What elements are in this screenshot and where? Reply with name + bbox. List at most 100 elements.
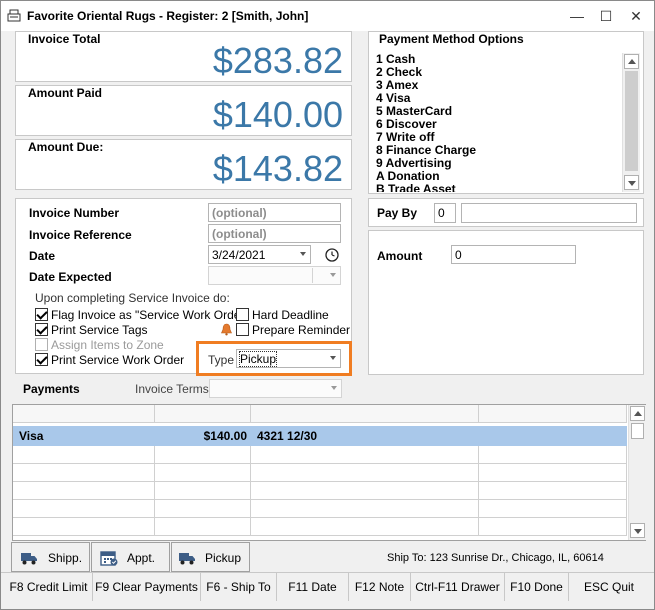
done-button[interactable]: F10 Done <box>505 573 569 601</box>
prepare-reminder-checkbox[interactable] <box>236 323 249 336</box>
scroll-up-icon[interactable] <box>624 54 639 69</box>
table-row[interactable]: Visa $140.00 4321 12/30 <box>13 426 627 446</box>
list-item[interactable]: 3 Amex <box>376 79 621 92</box>
grid-cell <box>155 500 251 518</box>
amount-label: Amount <box>377 249 423 263</box>
ship-to-text: Ship To: 123 Sunrise Dr., Chicago, IL, 6… <box>387 552 604 564</box>
hard-deadline-checkbox[interactable] <box>236 308 249 321</box>
grid-cell <box>479 464 627 482</box>
grid-cell <box>155 464 251 482</box>
grid-cell <box>13 500 155 518</box>
date-expected-picker[interactable] <box>208 266 341 285</box>
payment-method-list[interactable]: 1 Cash 2 Check 3 Amex 4 Visa 5 MasterCar… <box>376 53 621 192</box>
appointment-button[interactable]: Appt. <box>91 542 170 572</box>
prepare-reminder-label: Prepare Reminder <box>252 323 351 337</box>
scroll-up-icon[interactable] <box>630 406 645 421</box>
type-select[interactable]: Pickup <box>236 349 341 368</box>
completing-options-label: Upon completing Service Invoice do: <box>35 291 230 305</box>
maximize-button[interactable]: ☐ <box>592 5 620 27</box>
print-work-order-checkbox[interactable] <box>35 353 48 366</box>
grid-cell <box>155 446 251 464</box>
payment-amount-cell: $140.00 <box>203 429 247 443</box>
print-work-order-label: Print Service Work Order <box>51 353 185 367</box>
title-bar: Favorite Oriental Rugs - Register: 2 [Sm… <box>1 1 654 31</box>
invoice-reference-input[interactable]: (optional) <box>208 224 341 243</box>
window-title: Favorite Oriental Rugs - Register: 2 [Sm… <box>27 9 309 23</box>
date-value: 3/24/2021 <box>212 248 266 262</box>
pickup-label: Pickup <box>205 551 242 565</box>
date-picker[interactable]: 3/24/2021 <box>208 245 311 264</box>
invoice-terms-label: Invoice Terms <box>135 382 209 396</box>
close-button[interactable]: ✕ <box>622 5 650 27</box>
payment-detail-cell: 4321 12/30 <box>257 429 318 443</box>
grid-cell <box>479 482 627 500</box>
invoice-reference-label: Invoice Reference <box>29 228 132 242</box>
scroll-down-icon[interactable] <box>630 523 645 538</box>
amount-due-panel: Amount Due: $143.82 <box>15 139 352 190</box>
grid-cell <box>13 446 155 464</box>
scroll-down-icon[interactable] <box>624 175 639 190</box>
shipping-label: Shipp. <box>48 551 83 565</box>
truck-icon <box>21 553 37 565</box>
date-label: Date <box>29 249 56 263</box>
invoice-number-label: Invoice Number <box>29 206 120 220</box>
assign-items-zone-label: Assign Items to Zone <box>51 338 164 352</box>
grid-header-cell <box>479 405 627 423</box>
grid-cell <box>479 446 627 464</box>
print-service-tags-checkbox[interactable] <box>35 323 48 336</box>
pay-by-description-input[interactable] <box>461 203 637 223</box>
assign-items-zone-checkbox[interactable] <box>35 338 48 351</box>
amount-due-label: Amount Due: <box>28 140 104 154</box>
type-label: Type <box>208 353 235 367</box>
invoice-number-input[interactable]: (optional) <box>208 203 341 222</box>
grid-cell <box>251 518 479 536</box>
truck-icon <box>179 553 195 565</box>
chevron-down-icon <box>330 273 336 277</box>
clock-icon[interactable] <box>325 248 339 262</box>
date-button[interactable]: F11 Date <box>277 573 349 601</box>
grid-cell <box>251 482 479 500</box>
flag-work-order-checkbox[interactable] <box>35 308 48 321</box>
calendar-icon <box>100 551 118 566</box>
cash-register-icon <box>7 9 21 22</box>
pickup-button[interactable]: Pickup <box>171 542 250 572</box>
invoice-terms-select[interactable] <box>209 379 342 398</box>
pay-by-code-input[interactable]: 0 <box>434 203 456 223</box>
invoice-total-value: $283.82 <box>212 40 343 81</box>
drawer-button[interactable]: Ctrl-F11 Drawer <box>411 573 505 601</box>
invoice-total-panel: Invoice Total $283.82 <box>15 31 352 82</box>
scroll-thumb[interactable] <box>631 423 644 439</box>
ship-to-button[interactable]: F6 - Ship To <box>201 573 277 601</box>
chevron-down-icon <box>331 386 337 390</box>
list-item[interactable]: B Trade Asset <box>376 183 621 193</box>
note-button[interactable]: F12 Note <box>349 573 411 601</box>
amount-input[interactable]: 0 <box>451 245 576 264</box>
amount-due-value: $143.82 <box>212 148 343 189</box>
flag-work-order-label: Flag Invoice as "Service Work Order" <box>51 308 249 322</box>
appointment-label: Appt. <box>127 551 156 565</box>
payments-label: Payments <box>23 382 80 396</box>
clear-payments-button[interactable]: F9 Clear Payments <box>93 573 201 601</box>
grid-header-cell <box>251 405 479 423</box>
grid-cell <box>13 518 155 536</box>
credit-limit-button[interactable]: F8 Credit Limit <box>5 573 93 601</box>
pay-by-panel: Pay By 0 <box>368 198 644 227</box>
grid-cell <box>155 518 251 536</box>
grid-header-cell <box>155 405 251 423</box>
grid-cell <box>251 464 479 482</box>
type-value: Pickup <box>238 351 278 367</box>
scroll-thumb[interactable] <box>625 71 638 171</box>
minimize-button[interactable]: — <box>563 5 591 27</box>
bell-icon <box>221 323 232 336</box>
quit-button[interactable]: ESC Quit <box>569 573 649 601</box>
payments-grid[interactable]: Visa $140.00 4321 12/30 <box>12 404 646 541</box>
grid-cell <box>251 446 479 464</box>
amount-paid-panel: Amount Paid $140.00 <box>15 85 352 136</box>
date-expected-label: Date Expected <box>29 270 112 284</box>
divider <box>312 268 313 283</box>
payments-scrollbar[interactable] <box>628 405 646 540</box>
grid-cell <box>479 518 627 536</box>
hard-deadline-label: Hard Deadline <box>252 308 329 322</box>
shipping-button[interactable]: Shipp. <box>11 542 90 572</box>
payment-method-scrollbar[interactable] <box>622 53 640 192</box>
